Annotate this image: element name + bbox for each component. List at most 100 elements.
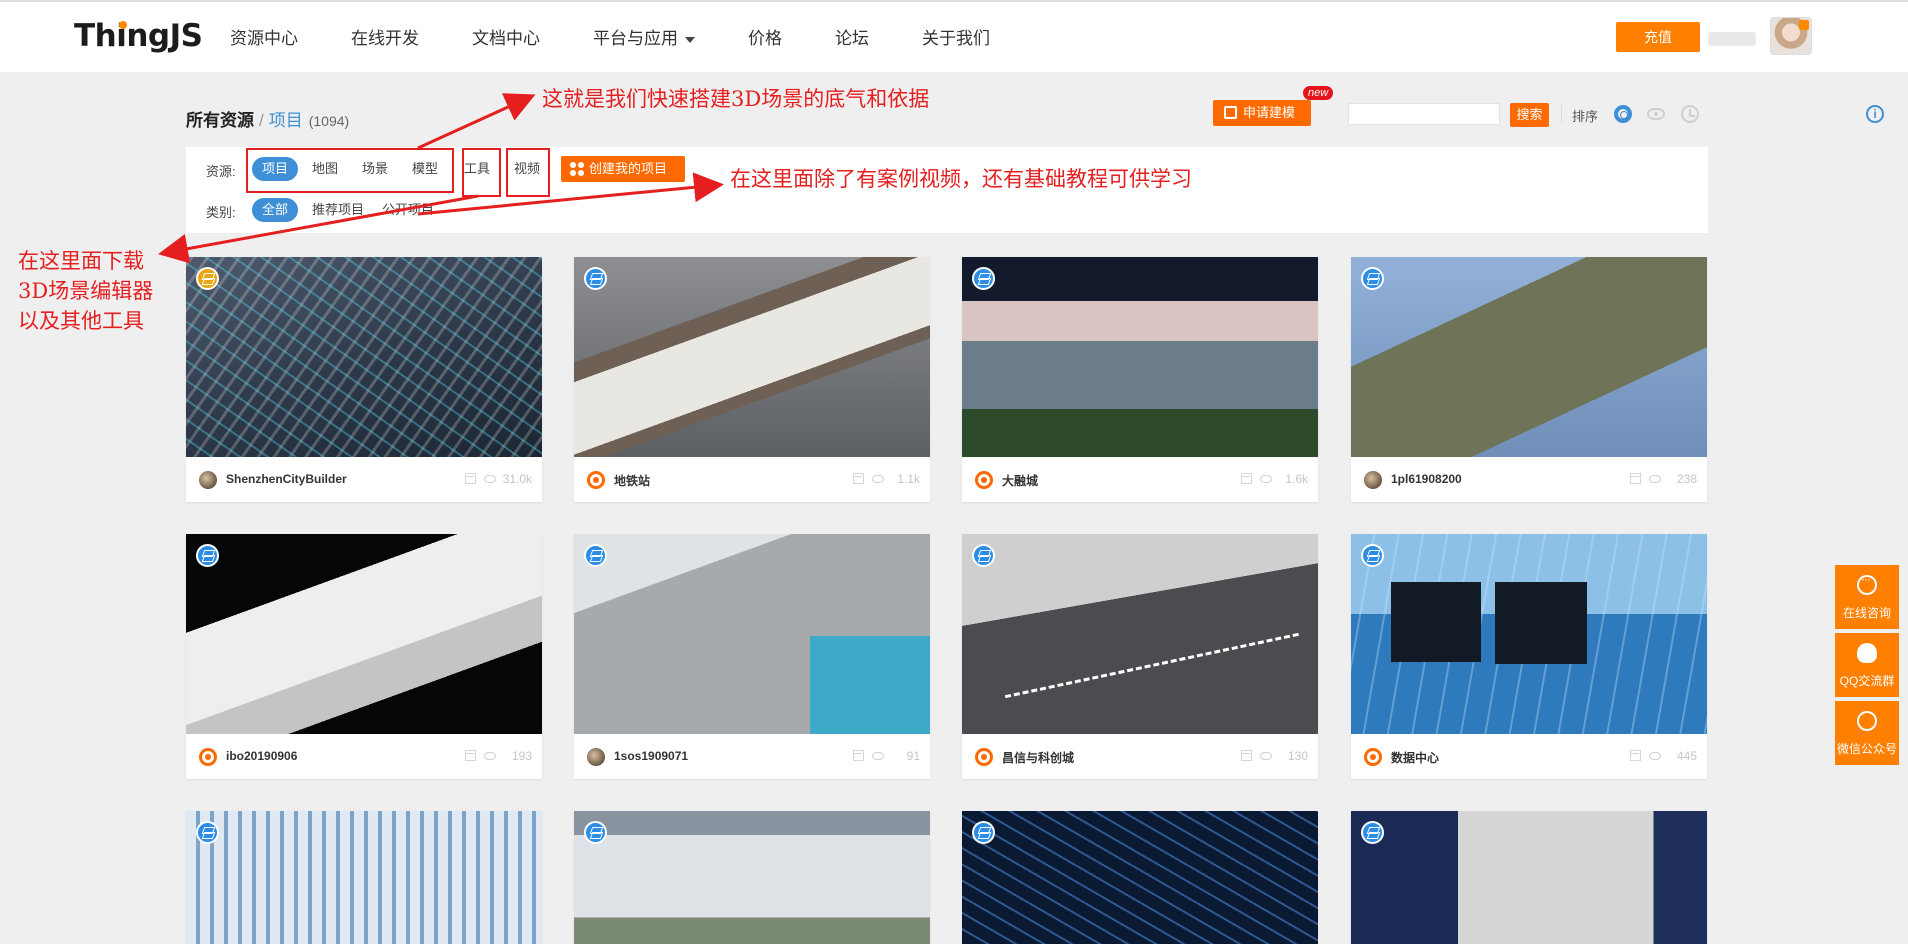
- nav-platform-apps[interactable]: 平台与应用: [593, 2, 695, 74]
- project-card[interactable]: 1sos1909071 91: [574, 534, 930, 779]
- create-my-project-button[interactable]: 创建我的项目: [561, 156, 685, 182]
- nav-about[interactable]: 关于我们: [922, 2, 990, 74]
- card-meta: ibo20190906 193: [186, 734, 542, 779]
- online-consult-button[interactable]: 在线咨询: [1835, 565, 1899, 629]
- layers-icon: [196, 821, 219, 844]
- author-name[interactable]: ShenzhenCityBuilder: [226, 472, 347, 486]
- layers-icon: [972, 267, 995, 290]
- eye-icon: [484, 475, 496, 483]
- arrow-to-top-annotation: [417, 93, 536, 150]
- project-card[interactable]: 1pl61908200 238: [1351, 257, 1707, 502]
- road-marking: [1004, 632, 1300, 700]
- project-card[interactable]: 地铁站 1.1k: [574, 257, 930, 502]
- layers-icon: [196, 267, 219, 290]
- view-count: 1.1k: [897, 472, 920, 486]
- project-thumbnail[interactable]: [574, 534, 930, 734]
- sort-label: 排序: [1572, 109, 1599, 124]
- author-avatar: [975, 748, 993, 766]
- author-name[interactable]: 1sos1909071: [614, 749, 688, 763]
- author-name[interactable]: ibo20190906: [226, 749, 297, 763]
- project-card[interactable]: [186, 811, 542, 944]
- project-thumbnail[interactable]: [574, 257, 930, 457]
- chat-bubble-icon: [1857, 572, 1877, 595]
- breadcrumb-separator: /: [259, 111, 264, 130]
- card-meta: ShenzhenCityBuilder 31.0k: [186, 457, 542, 502]
- project-card[interactable]: [962, 811, 1318, 944]
- search-button[interactable]: 搜索: [1510, 103, 1549, 127]
- project-card[interactable]: ShenzhenCityBuilder 31.0k: [186, 257, 542, 502]
- author-name[interactable]: 1pl61908200: [1391, 472, 1462, 486]
- project-thumbnail[interactable]: [962, 811, 1318, 944]
- annotation-left-line-3: 以及其他工具: [18, 309, 144, 333]
- view-count: 1.6k: [1285, 472, 1308, 486]
- view-count: 445: [1676, 749, 1697, 763]
- project-thumbnail[interactable]: [1351, 257, 1707, 457]
- category-tab-all[interactable]: 全部: [252, 198, 299, 222]
- author-avatar: [1364, 471, 1382, 489]
- annotation-box-tools: [462, 148, 501, 197]
- project-thumbnail[interactable]: [1351, 811, 1707, 944]
- project-thumbnail[interactable]: [186, 534, 542, 734]
- project-card[interactable]: [574, 811, 930, 944]
- author-avatar: [587, 471, 605, 489]
- recharge-button[interactable]: 充值: [1616, 22, 1700, 52]
- card-meta: 1sos1909071 91: [574, 734, 930, 779]
- project-thumbnail[interactable]: [186, 257, 542, 457]
- apply-modeling-button[interactable]: 申请建模: [1213, 100, 1311, 126]
- category-tab-recommended[interactable]: 推荐项目: [302, 198, 374, 222]
- qq-group-label: QQ交流群: [1839, 674, 1895, 688]
- card-meta: 地铁站 1.1k: [574, 457, 930, 502]
- layers-icon: [1361, 267, 1384, 290]
- view-count: 130: [1287, 749, 1308, 763]
- nav-resource-center[interactable]: 资源中心: [230, 2, 298, 74]
- nav-pricing[interactable]: 价格: [748, 2, 782, 74]
- project-card[interactable]: 大融城 1.6k: [962, 257, 1318, 502]
- project-thumbnail[interactable]: [574, 811, 930, 944]
- project-card[interactable]: 数据中心 445: [1351, 534, 1707, 779]
- nav-forum[interactable]: 论坛: [835, 2, 869, 74]
- author-name[interactable]: 昌信与科创城: [1002, 749, 1074, 766]
- user-avatar[interactable]: [1770, 17, 1812, 55]
- qq-group-button[interactable]: QQ交流群: [1835, 633, 1899, 697]
- project-thumbnail[interactable]: [186, 811, 542, 944]
- project-thumbnail[interactable]: [1351, 534, 1707, 734]
- category-tab-public[interactable]: 公开项目: [372, 198, 444, 222]
- card-meta: 数据中心 445: [1351, 734, 1707, 779]
- breadcrumb-root[interactable]: 所有资源: [186, 111, 254, 130]
- eye-icon: [1649, 752, 1661, 760]
- server-block: [1391, 582, 1481, 662]
- breadcrumb-current[interactable]: 项目: [269, 111, 303, 130]
- calendar-icon: [465, 750, 476, 761]
- nav-platform-apps-label: 平台与应用: [593, 29, 678, 48]
- wechat-account-button[interactable]: 微信公众号: [1835, 701, 1899, 765]
- view-count: 91: [906, 749, 920, 763]
- online-consult-label: 在线咨询: [1842, 606, 1891, 620]
- author-name[interactable]: 数据中心: [1391, 749, 1439, 766]
- calendar-icon: [853, 473, 864, 484]
- project-thumbnail[interactable]: [962, 257, 1318, 457]
- sort-views-eye-icon[interactable]: [1647, 108, 1665, 120]
- nav-online-dev[interactable]: 在线开发: [351, 2, 419, 74]
- info-icon[interactable]: i: [1866, 105, 1884, 123]
- qq-penguin-icon: [1857, 643, 1877, 663]
- project-card[interactable]: ibo20190906 193: [186, 534, 542, 779]
- project-thumbnail[interactable]: [962, 534, 1318, 734]
- eye-icon: [1649, 475, 1661, 483]
- sort-recommended-icon[interactable]: [1614, 105, 1632, 123]
- annotation-box-video: [506, 148, 550, 197]
- calendar-icon: [465, 473, 476, 484]
- author-name[interactable]: 地铁站: [614, 472, 650, 489]
- nav-docs[interactable]: 文档中心: [472, 2, 540, 74]
- category-filter-label: 类别:: [206, 205, 236, 220]
- search-input[interactable]: [1348, 103, 1500, 125]
- author-name[interactable]: 大融城: [1002, 472, 1038, 489]
- sort-time-clock-icon[interactable]: [1681, 105, 1699, 123]
- project-card[interactable]: 昌信与科创城 130: [962, 534, 1318, 779]
- thingjs-logo[interactable]: ThingJS: [74, 18, 203, 54]
- username-redacted[interactable]: [1708, 32, 1756, 46]
- wechat-account-label: 微信公众号: [1836, 742, 1897, 756]
- server-block: [1495, 582, 1587, 664]
- view-count: 193: [511, 749, 532, 763]
- resource-count: (1094): [308, 113, 350, 129]
- project-card[interactable]: [1351, 811, 1707, 944]
